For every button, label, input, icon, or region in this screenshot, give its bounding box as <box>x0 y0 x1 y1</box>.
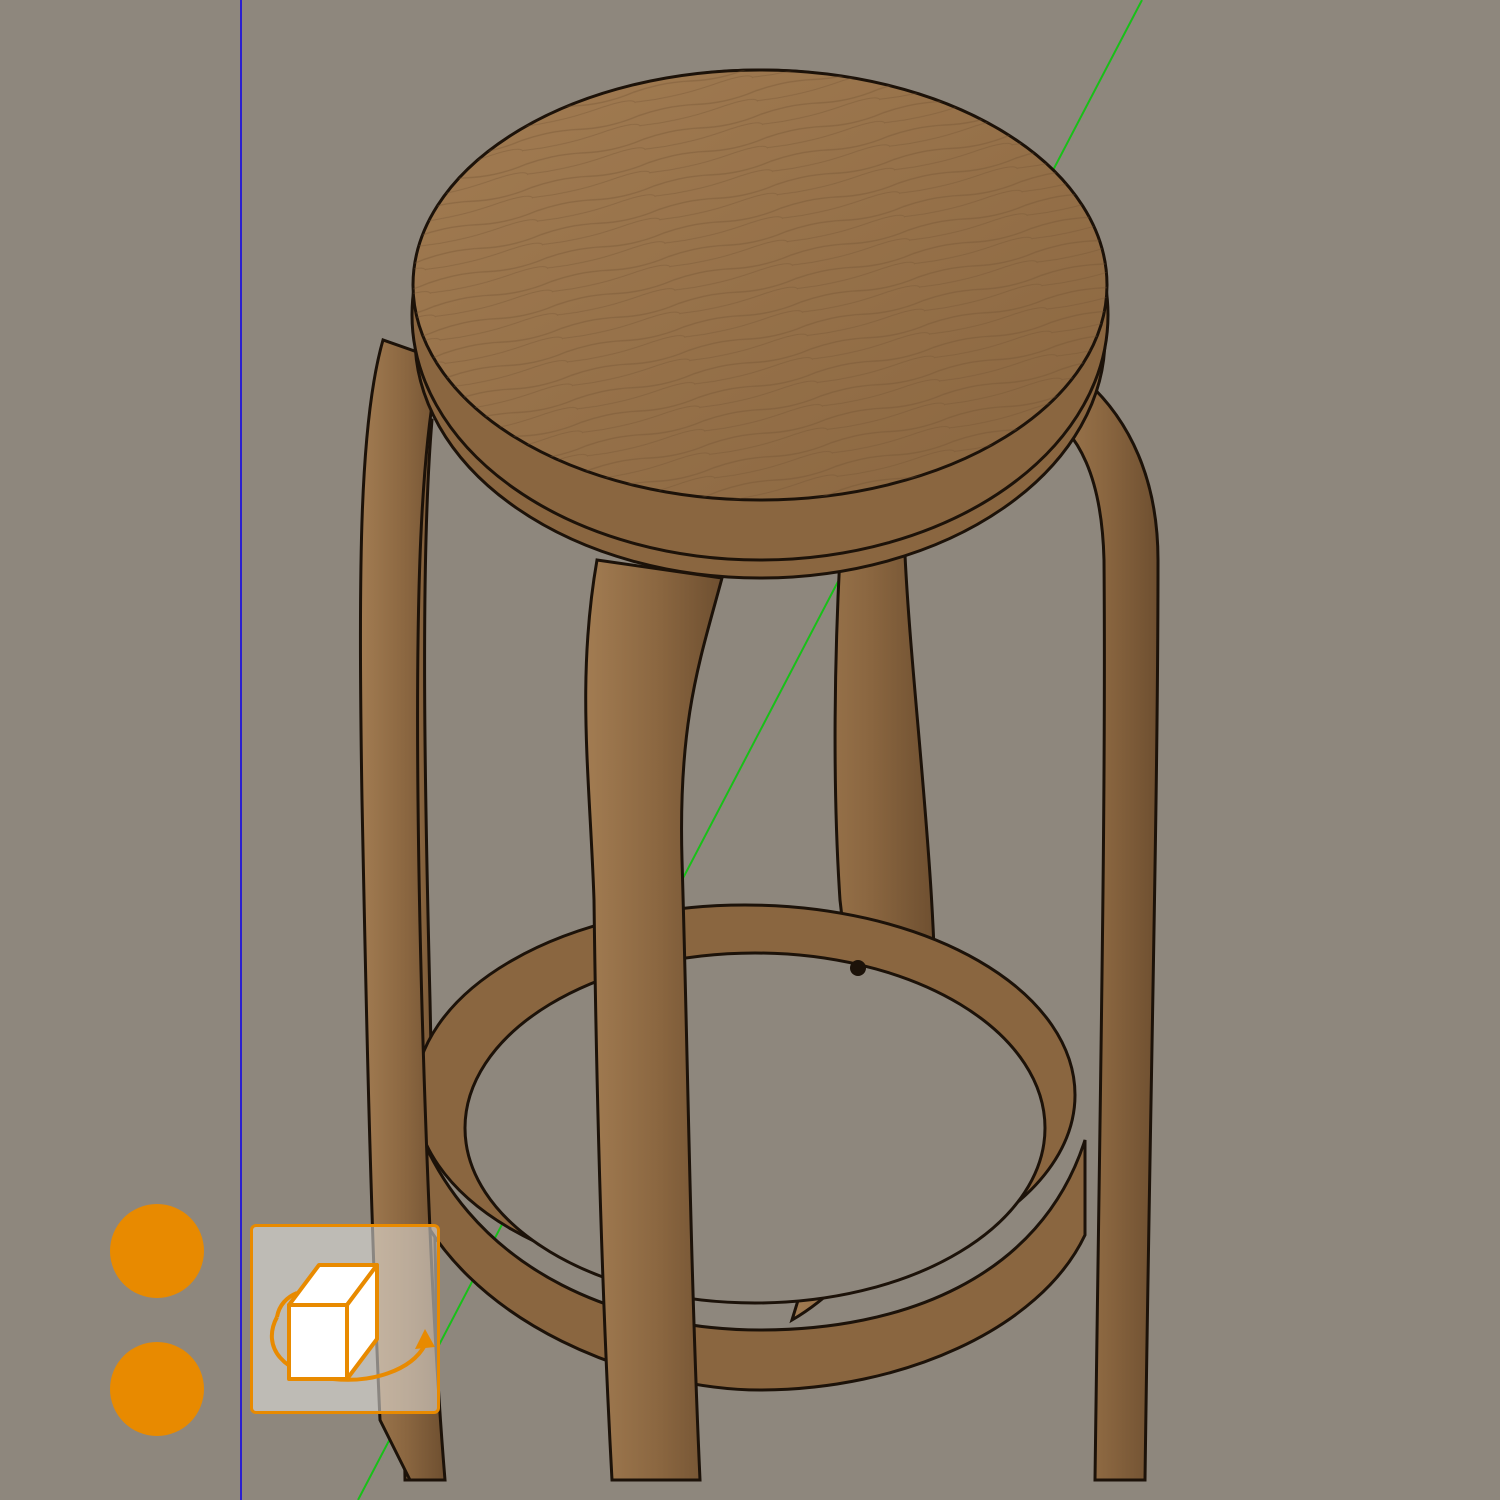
orbit-icon <box>269 1263 435 1382</box>
seat-wood-grain <box>413 70 1107 500</box>
toolbar-dot-1[interactable] <box>110 1204 204 1298</box>
3d-viewport[interactable] <box>0 0 1500 1500</box>
screw-hole <box>850 960 866 976</box>
toolbar-dot-2[interactable] <box>110 1342 204 1436</box>
model-canvas[interactable] <box>0 0 1500 1500</box>
orbit-tool-button[interactable] <box>250 1224 440 1414</box>
footrest-ring-inner <box>463 951 1047 1305</box>
